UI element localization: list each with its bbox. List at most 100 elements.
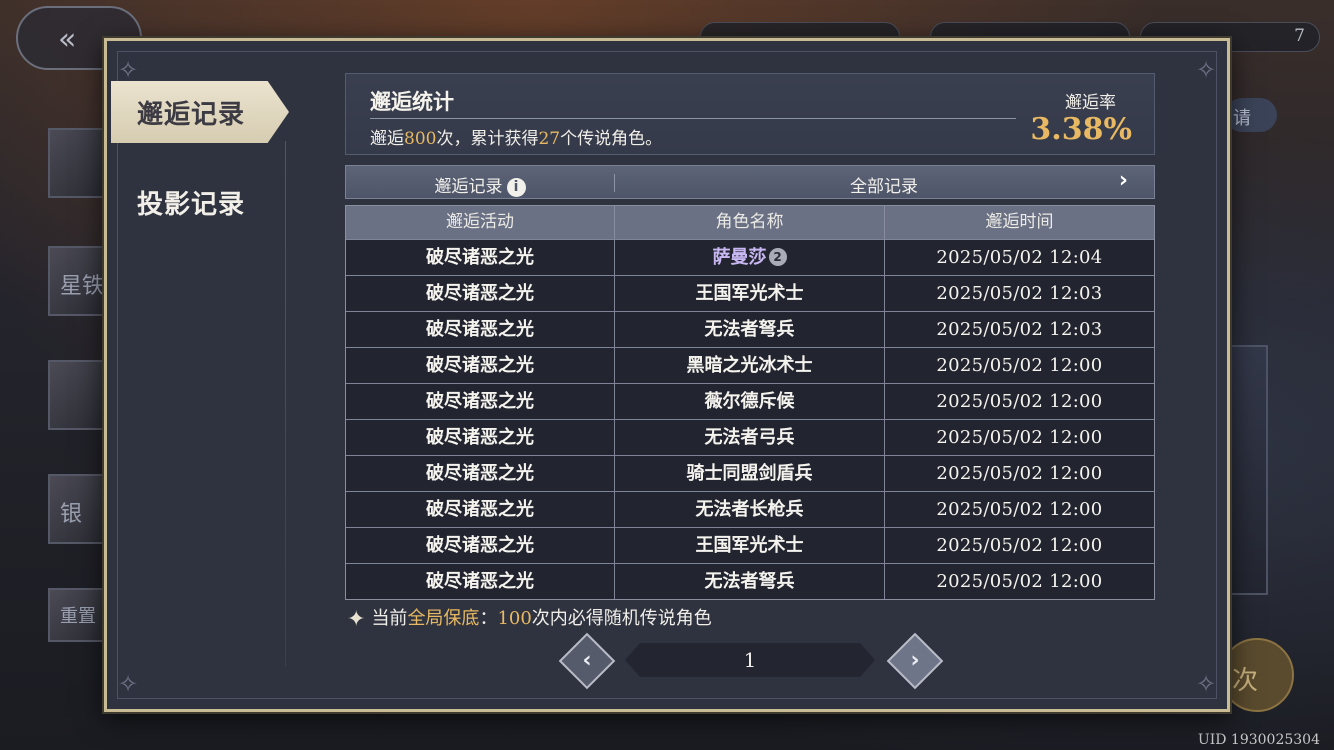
character-cell: 黑暗之光冰术士 [614,348,884,383]
table-row: 破尽诸恶之光 黑暗之光冰术士 2025/05/02 12:00 [346,347,1154,383]
character-name: 薇尔德斥候 [704,391,795,412]
table-row: 破尽诸恶之光 萨曼莎 2 2025/05/02 12:04 [346,239,1154,275]
corner-ornament-icon: ✧ [117,670,139,698]
page-number: 1 [625,643,875,677]
table-row: 破尽诸恶之光 无法者长枪兵 2025/05/02 12:00 [346,491,1154,527]
table-row: 破尽诸恶之光 无法者弩兵 2025/05/02 12:03 [346,311,1154,347]
character-cell: 薇尔德斥候 [614,384,884,419]
reset-label: 重置 [60,606,96,627]
records-label-text: 邂逅记录 [434,177,503,197]
stats-divider [370,118,1016,119]
character-cell: 无法者弓兵 [614,420,884,455]
time-cell: 2025/05/02 12:00 [884,456,1154,491]
table-header: 邂逅活动 角色名称 邂逅时间 [346,206,1154,239]
note-suffix: 次内必得随机传说角色 [531,608,712,629]
total-encounters: 800 [404,129,437,149]
character-name: 黑暗之光冰术士 [686,355,813,376]
activity-cell: 破尽诸恶之光 [426,427,534,448]
activity-cell: 破尽诸恶之光 [426,355,534,376]
character-name: 王国军光术士 [695,535,804,556]
legend-count: 27 [538,129,561,149]
rate-value: 3.38% [1030,112,1132,147]
activity-cell: 破尽诸恶之光 [426,499,534,520]
banner-thumb-1[interactable] [48,128,108,198]
header-activity: 邂逅活动 [446,212,514,232]
character-cell: 骑士同盟剑盾兵 [614,456,884,491]
note-colon: ： [479,608,498,629]
encounter-history-dialog: ✧ ✧ ✧ ✧ 邂逅记录 投影记录 邂逅统计 邂逅800次，累计获得27个传说角… [104,38,1230,712]
next-page-button[interactable]: › [886,632,944,690]
character-name: 无法者弓兵 [704,427,795,448]
records-filter-select[interactable]: 全部记录 [614,172,1154,197]
activity-cell: 破尽诸恶之光 [426,535,534,556]
header-character: 角色名称 [614,206,884,239]
note-pity-count: 100 [497,608,532,629]
time-cell: 2025/05/02 12:00 [884,528,1154,563]
activity-cell: 破尽诸恶之光 [426,283,534,304]
character-card [1228,345,1268,595]
tab-label: 投影记录 [136,189,245,220]
stats-desc-prefix: 邂逅 [370,129,404,149]
character-name: 萨曼莎 [712,247,767,268]
currency-value: 7 [1294,26,1305,46]
banner-thumb-3[interactable] [48,360,108,430]
tab-projection-records[interactable]: 投影记录 [111,171,289,233]
chevron-right-icon[interactable]: › [1119,168,1128,193]
activity-cell: 破尽诸恶之光 [426,247,534,268]
table-row: 破尽诸恶之光 无法者弓兵 2025/05/02 12:00 [346,419,1154,455]
table-row: 破尽诸恶之光 骑士同盟剑盾兵 2025/05/02 12:00 [346,455,1154,491]
tab-label: 邂逅记录 [136,99,245,130]
note-pity-label: 全局保底 [407,608,480,629]
activity-cell: 破尽诸恶之光 [426,571,534,592]
time-cell: 2025/05/02 12:00 [884,564,1154,599]
character-name: 无法者长枪兵 [695,499,804,520]
info-icon[interactable]: i [506,178,526,197]
table-row: 破尽诸恶之光 王国军光术士 2025/05/02 12:00 [346,527,1154,563]
activity-cell: 破尽诸恶之光 [426,391,534,412]
corner-ornament-icon: ✧ [1195,670,1217,698]
activity-cell: 破尽诸恶之光 [426,319,534,340]
reset-button[interactable]: 重置 [48,588,108,642]
time-cell: 2025/05/02 12:03 [884,276,1154,311]
records-filter-bar: 邂逅记录 i 全部记录 › [345,165,1155,199]
uid-label: UID 1930025304 [1197,732,1320,748]
character-name: 无法者弩兵 [704,571,795,592]
prev-page-button[interactable]: ‹ [558,632,616,690]
records-label: 邂逅记录 i [346,172,614,197]
character-cell: 王国军光术士 [614,276,884,311]
chevron-right-icon: › [910,648,920,673]
rate-label: 邂逅率 [1065,93,1116,113]
banner-thumb-4[interactable]: 银 [48,474,108,544]
summon-button-label: 次 [1232,666,1259,696]
banner-thumb-label: 银 [60,502,83,527]
details-pill[interactable]: 请 [1225,98,1277,132]
banner-thumb-label: 星铁 [60,274,105,299]
table-body: 破尽诸恶之光 萨曼莎 2 2025/05/02 12:04 破尽诸恶之光 王国军光术士 20… [346,239,1154,599]
back-arrow-icon: « [58,22,77,57]
legend-badge-icon: 2 [768,248,787,266]
tab-encounter-records[interactable]: 邂逅记录 [111,81,289,143]
character-name: 骑士同盟剑盾兵 [686,463,813,484]
character-cell: 萨曼莎 2 [614,240,884,275]
time-cell: 2025/05/02 12:00 [884,348,1154,383]
stats-desc-mid: 次，累计获得 [436,129,539,149]
table-row: 破尽诸恶之光 王国军光术士 2025/05/02 12:03 [346,275,1154,311]
time-cell: 2025/05/02 12:00 [884,384,1154,419]
stats-title: 邂逅统计 [370,89,454,114]
summon-button[interactable]: 次 [1220,638,1294,712]
time-cell: 2025/05/02 12:04 [884,240,1154,275]
time-cell: 2025/05/02 12:03 [884,312,1154,347]
banner-thumb-2[interactable]: 星铁 [48,246,108,316]
details-pill-label: 请 [1233,108,1251,129]
stats-desc-suffix: 个传说角色。 [560,129,663,149]
corner-ornament-icon: ✧ [1195,56,1217,84]
character-name: 无法者弩兵 [704,319,795,340]
activity-cell: 破尽诸恶之光 [426,463,534,484]
corner-ornament-icon: ✧ [117,56,139,84]
table-row: 破尽诸恶之光 薇尔德斥候 2025/05/02 12:00 [346,383,1154,419]
character-cell: 王国军光术士 [614,528,884,563]
table-row: 破尽诸恶之光 无法者弩兵 2025/05/02 12:00 [346,563,1154,599]
encounter-stats-panel: 邂逅统计 邂逅800次，累计获得27个传说角色。 邂逅率 3.38% [345,73,1155,155]
character-cell: 无法者弩兵 [614,312,884,347]
chevron-left-icon: ‹ [582,648,592,673]
